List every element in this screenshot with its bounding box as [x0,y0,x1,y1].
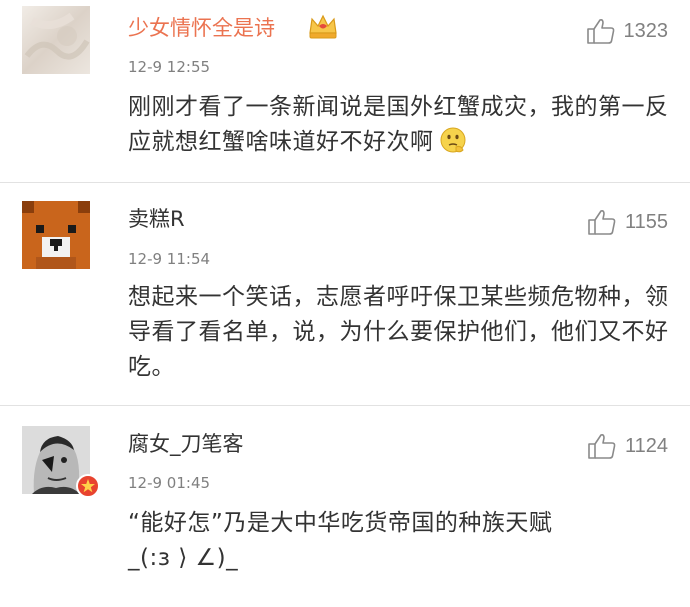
timestamp: 12-9 12:55 [128,58,211,76]
timestamp: 12-9 11:54 [128,250,211,268]
like-count: 1155 [624,210,668,233]
like-button[interactable]: 1155 [587,207,668,237]
comment-item-2: 卖糕R 1155 12-9 11:54 想起来一个笑话，志愿者呼吁保卫某些频危物… [0,183,690,405]
avatar[interactable] [22,6,90,74]
comment-text-line-1: “能好怎”乃是大中华吃货帝国的种族天赋 [128,510,553,536]
avatar[interactable] [22,201,90,269]
verified-star-badge-icon [76,474,100,502]
vip-crown-icon [307,13,339,45]
comment-text: 想起来一个笑话，志愿者呼吁保卫某些频危物种，领导看了看名单，说，为什么要保护他们… [128,284,669,380]
thumbs-up-icon [586,19,614,44]
like-count: 1323 [623,19,669,42]
username[interactable]: 腐女_刀笔客 [128,431,244,457]
comment-text-body: 刚刚才看了一条新闻说是国外红蟹成灾，我的第一反应就想红蟹啥味道好不好次啊 [128,94,669,155]
comment-text-line-2: _(:з ⟩ ∠)_ [128,545,239,571]
timestamp: 12-9 01:45 [128,474,211,492]
username[interactable]: 卖糕R [128,206,185,232]
username[interactable]: 少女情怀全是诗 [128,15,275,41]
thinking-face-emoji-icon [438,125,468,166]
comment-item-3: 腐女_刀笔客 1124 12-9 01:45 “能好怎”乃是大中华吃货帝国的种族… [0,406,690,607]
comment-text: “能好怎”乃是大中华吃货帝国的种族天赋 _(:з ⟩ ∠)_ [128,506,673,576]
comment-text: 刚刚才看了一条新闻说是国外红蟹成灾，我的第一反应就想红蟹啥味道好不好次啊 [128,90,673,166]
comment-item-1: 少女情怀全是诗 1323 12-9 12:55 刚刚才看了一条新闻说是国外红蟹成… [0,0,690,182]
blurred-photo-avatar-icon [22,6,90,74]
like-button[interactable]: 1323 [586,16,669,46]
thumbs-up-icon [588,434,616,459]
thumbs-up-icon [588,210,616,235]
pixel-bear-avatar-icon [22,201,90,269]
like-button[interactable]: 1124 [587,431,668,461]
like-count: 1124 [624,434,668,457]
